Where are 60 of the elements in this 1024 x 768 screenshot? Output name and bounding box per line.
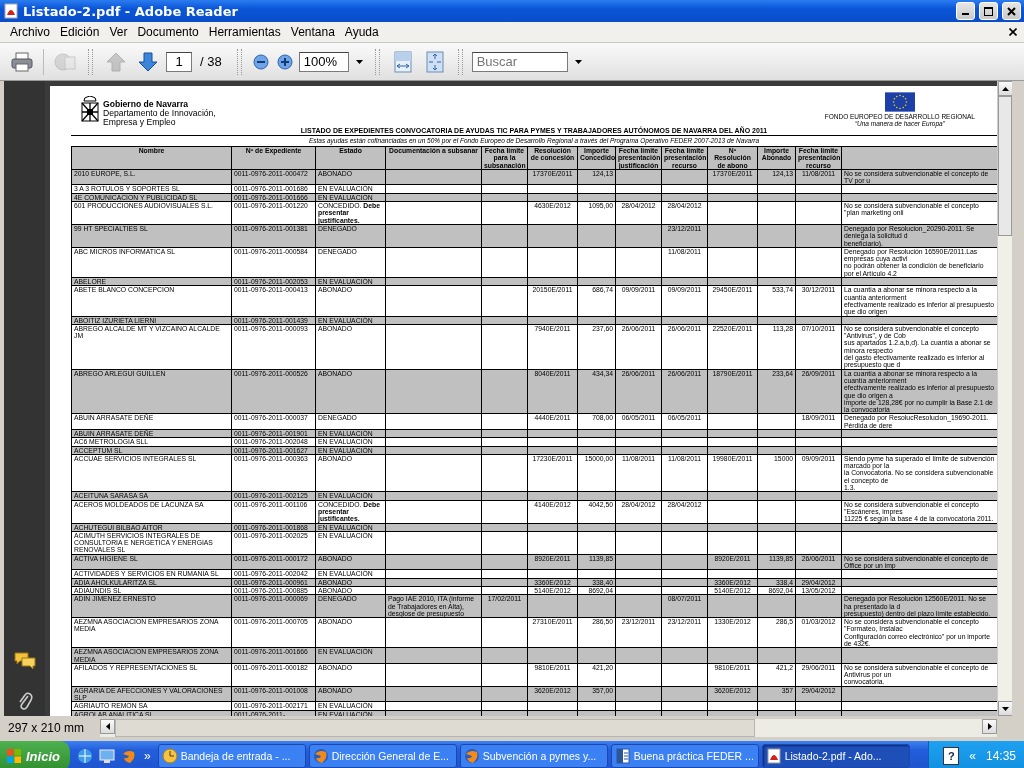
scrollbar-thumb[interactable] xyxy=(115,718,755,737)
more-button[interactable]: » xyxy=(143,749,151,763)
taskbar-button[interactable]: Dirección General de E... xyxy=(308,744,457,768)
plus-icon xyxy=(276,53,293,70)
menu-item[interactable]: Ver xyxy=(104,24,133,40)
organization-name: Gobierno de Navarra xyxy=(103,100,189,109)
close-icon xyxy=(1009,28,1017,36)
arrow-left-icon xyxy=(105,722,110,730)
scroll-left-button[interactable] xyxy=(100,718,115,734)
page-count: / 38 xyxy=(200,54,222,69)
taskbar-button[interactable]: Listado-2.pdf - Ado... xyxy=(761,744,910,768)
minus-icon xyxy=(252,53,269,70)
fit-page-icon xyxy=(425,50,444,73)
speech-bubbles-icon xyxy=(13,652,36,670)
fit-width-icon xyxy=(393,50,412,73)
menu-item[interactable]: Ayuda xyxy=(339,24,384,40)
comments-button[interactable] xyxy=(13,652,36,670)
page-number-field[interactable]: 1 xyxy=(166,51,192,72)
arrow-up-icon xyxy=(106,51,126,72)
windows-logo-icon xyxy=(6,748,22,764)
file-icon xyxy=(765,748,782,764)
caret-icon xyxy=(355,59,363,64)
menu-item[interactable]: Herramientas xyxy=(203,24,286,40)
arrow-up-icon xyxy=(1002,86,1009,91)
menu-item[interactable]: Ventana xyxy=(285,24,340,40)
menu-item[interactable]: Archivo xyxy=(5,24,55,40)
maximize-icon xyxy=(984,6,993,16)
document-icon xyxy=(614,748,631,764)
desktop-icon xyxy=(98,748,115,764)
scroll-right-button[interactable] xyxy=(982,718,997,734)
clock-icon xyxy=(161,748,178,764)
file-icon xyxy=(3,3,19,19)
eu-flag-icon xyxy=(884,92,915,112)
paperclip-icon xyxy=(16,690,33,712)
close-button[interactable] xyxy=(1002,2,1021,20)
maximize-button[interactable] xyxy=(979,2,998,20)
taskbar-button[interactable]: Bandeja de entrada - ... xyxy=(157,744,306,768)
quick-launch-button[interactable] xyxy=(98,748,115,764)
page-size: 297 x 210 mm xyxy=(7,720,86,735)
department-name: Departamento de Innovación, Empresa y Empleo xyxy=(103,109,216,127)
scrollbar-thumb[interactable] xyxy=(998,96,1012,236)
arrow-down-icon xyxy=(138,51,158,72)
close-document-button[interactable] xyxy=(1007,26,1019,38)
printer-icon xyxy=(11,51,33,72)
window-title: Listado-2.pdf - Adobe Reader xyxy=(23,3,239,19)
emblem-icon xyxy=(80,96,100,122)
menu-item[interactable]: Documento xyxy=(132,24,204,40)
taskbar-button[interactable]: Buena práctica FEDER ... xyxy=(610,744,759,768)
attachments-button[interactable] xyxy=(16,690,33,712)
caret-icon xyxy=(574,59,582,64)
close-icon xyxy=(1007,6,1016,16)
clock: 14:35 xyxy=(985,749,1016,763)
minimize-button[interactable] xyxy=(956,2,975,20)
taskbar-button[interactable]: Subvención a pymes y... xyxy=(459,744,608,768)
menu-item[interactable]: Edición xyxy=(55,24,105,40)
help-icon[interactable]: ? xyxy=(943,747,960,765)
search-field[interactable]: Buscar xyxy=(471,51,568,72)
zoom-field[interactable]: 100% xyxy=(298,51,349,72)
arrow-down-icon xyxy=(1002,706,1009,711)
arrow-right-icon xyxy=(987,722,992,730)
